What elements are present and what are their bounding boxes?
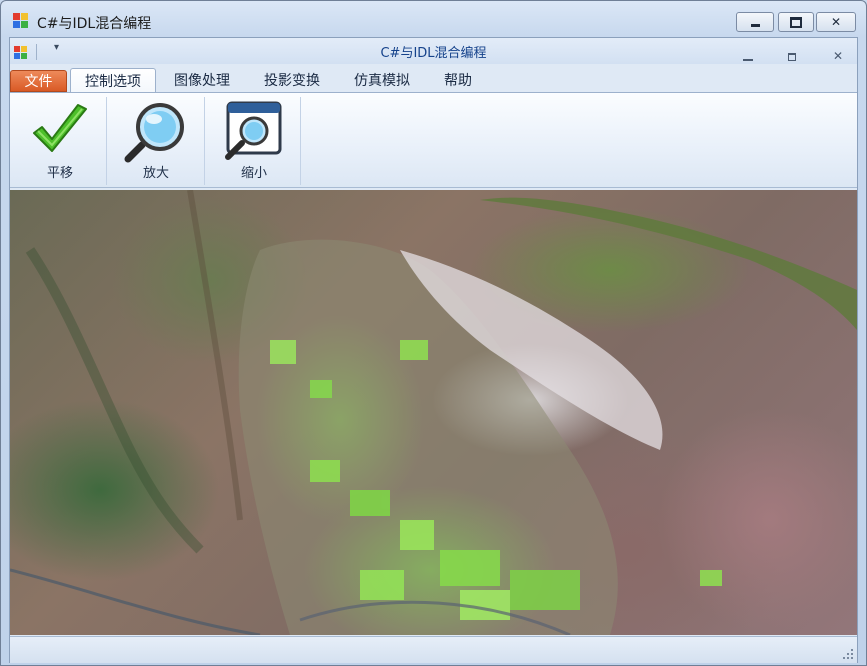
application-window: C#与IDL混合编程 ✕ ▾ C#与IDL混合编程 ✕ 文件 控制选项 图像处理… xyxy=(0,0,867,666)
tab-help[interactable]: 帮助 xyxy=(430,68,486,92)
resize-grip-icon[interactable] xyxy=(843,649,853,659)
window-title: C#与IDL混合编程 xyxy=(37,16,152,32)
tab-projection[interactable]: 投影变换 xyxy=(250,68,334,92)
ribbon-tabs: 文件 控制选项 图像处理 投影变换 仿真模拟 帮助 xyxy=(10,68,857,93)
minimize-button[interactable] xyxy=(736,12,774,32)
satellite-image-view[interactable] xyxy=(10,190,857,635)
quick-access-toolbar: ▾ C#与IDL混合编程 ✕ xyxy=(10,38,857,64)
tab-file[interactable]: 文件 xyxy=(10,70,67,92)
mdi-restore-button[interactable] xyxy=(788,53,796,61)
ribbon-panel: 平移 放大 缩小 xyxy=(10,92,857,188)
close-icon: ✕ xyxy=(830,15,842,29)
ribbon-separator xyxy=(300,97,301,185)
zoom-in-button-label: 放大 xyxy=(142,166,169,181)
ribbon-separator xyxy=(204,97,205,185)
status-bar xyxy=(10,636,857,663)
minimize-icon xyxy=(750,23,760,27)
tab-image-processing[interactable]: 图像处理 xyxy=(160,68,244,92)
pan-button-label: 平移 xyxy=(46,166,73,181)
checkmark-icon xyxy=(33,104,87,152)
zoom-out-button-label: 缩小 xyxy=(240,166,267,181)
zoom-out-button[interactable]: 缩小 xyxy=(206,93,302,187)
close-button[interactable]: ✕ xyxy=(816,12,856,32)
app-icon[interactable] xyxy=(13,13,29,29)
maximize-button[interactable] xyxy=(778,12,814,32)
zoom-in-button[interactable]: 放大 xyxy=(108,93,204,187)
pan-button[interactable]: 平移 xyxy=(12,93,108,187)
mdi-close-button[interactable]: ✕ xyxy=(833,49,843,63)
maximize-icon xyxy=(790,16,802,28)
ribbon-title: C#与IDL混合编程 xyxy=(380,46,487,61)
zoom-window-icon xyxy=(225,101,282,160)
satellite-image xyxy=(10,190,857,635)
mdi-child-window: ▾ C#与IDL混合编程 ✕ 文件 控制选项 图像处理 投影变换 仿真模拟 帮助… xyxy=(9,37,858,663)
magnifier-icon xyxy=(124,103,184,163)
mdi-minimize-button[interactable] xyxy=(743,59,753,61)
window-titlebar[interactable]: C#与IDL混合编程 ✕ xyxy=(1,1,866,37)
tab-control-options[interactable]: 控制选项 xyxy=(70,68,156,93)
ribbon-separator xyxy=(106,97,107,185)
tab-simulation[interactable]: 仿真模拟 xyxy=(340,68,424,92)
